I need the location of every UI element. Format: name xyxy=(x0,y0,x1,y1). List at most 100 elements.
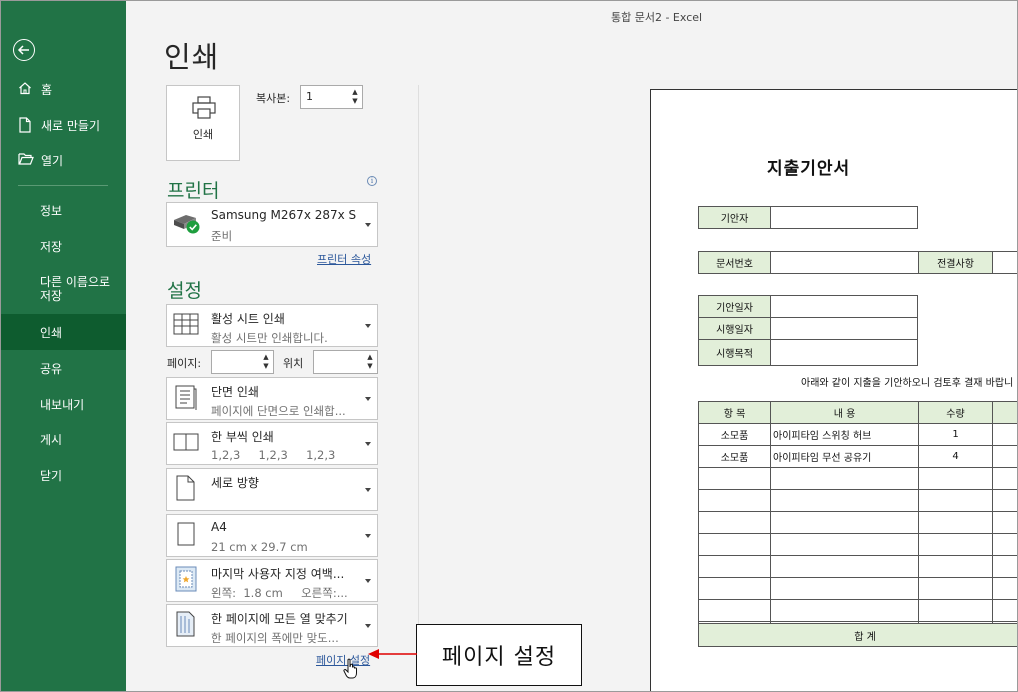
sidebar-item-label: 열기 xyxy=(41,153,64,168)
label-drafter: 기안자 xyxy=(698,206,771,229)
table-cell xyxy=(770,533,919,556)
setting-title: 마지막 사용자 지정 여백... xyxy=(211,567,345,581)
printer-ready-icon xyxy=(172,211,202,239)
table-cell xyxy=(698,489,771,512)
label-draft-date: 기안일자 xyxy=(698,295,771,318)
one-sided-icon xyxy=(172,384,200,414)
sidebar-item-label: 내보내기 xyxy=(40,397,85,412)
sidebar-divider xyxy=(18,185,108,186)
sidebar-item-save-as[interactable]: 다른 이름으로 저장 xyxy=(1,267,126,311)
table-cell xyxy=(918,467,993,490)
collate-icon xyxy=(172,432,200,456)
table-cell xyxy=(992,445,1017,468)
sidebar-item-publish[interactable]: 게시 xyxy=(1,421,126,457)
print-button[interactable]: 인쇄 xyxy=(166,85,240,161)
sidebar-item-open[interactable]: 열기 xyxy=(1,142,126,178)
setting-title: 한 부씩 인쇄 xyxy=(211,430,274,444)
setting-subtitle: 1,2,3 1,2,3 1,2,3 xyxy=(211,448,336,462)
page-title: 인쇄 xyxy=(164,40,220,74)
sides-select[interactable]: 단면 인쇄 페이지에 단면으로 인쇄합... xyxy=(166,377,378,420)
spin-down-icon[interactable]: ▼ xyxy=(365,362,375,371)
table-cell xyxy=(992,423,1017,446)
printer-section-title: 프린터 xyxy=(167,180,220,202)
collation-select[interactable]: 한 부씩 인쇄 1,2,3 1,2,3 1,2,3 xyxy=(166,422,378,465)
fit-columns-icon xyxy=(172,610,200,642)
setting-title: 활성 시트 인쇄 xyxy=(211,312,285,326)
printer-properties-link[interactable]: 프린터 속성 xyxy=(317,251,371,267)
home-icon xyxy=(18,81,34,97)
setting-title: 세로 방향 xyxy=(211,476,259,490)
value-approval xyxy=(992,251,1017,274)
printer-select[interactable]: Samsung M267x 287x Se... 준비 xyxy=(166,202,378,247)
table-cell xyxy=(770,489,919,512)
info-icon[interactable]: i xyxy=(367,176,377,186)
setting-subtitle: 왼쪽: 1.8 cm 오른쪽:... xyxy=(211,586,348,600)
chevron-down-icon xyxy=(365,487,371,492)
sidebar-item-label: 새로 만들기 xyxy=(41,118,101,133)
margins-select[interactable]: 마지막 사용자 지정 여백... 왼쪽: 1.8 cm 오른쪽:... xyxy=(166,559,378,602)
doc-title: 지출기안서 xyxy=(767,159,851,179)
table-cell xyxy=(770,577,919,600)
window-title: 통합 문서2 - Excel xyxy=(611,11,703,24)
paper-size-select[interactable]: A4 21 cm x 29.7 cm xyxy=(166,514,378,557)
table-cell xyxy=(992,599,1017,622)
spin-up-icon[interactable]: ▲ xyxy=(350,88,360,97)
sheet-grid-icon xyxy=(172,312,200,340)
setting-title: 한 페이지에 모든 열 맞추기 xyxy=(211,612,348,626)
new-document-icon xyxy=(18,117,34,133)
sidebar-item-label: 닫기 xyxy=(40,468,63,483)
value-draft-date xyxy=(770,295,918,318)
table-cell xyxy=(992,577,1017,600)
table-cell xyxy=(992,489,1017,512)
table-cell: 4 xyxy=(918,445,993,468)
spin-up-icon[interactable]: ▲ xyxy=(365,353,375,362)
portrait-icon xyxy=(172,474,200,506)
margins-icon xyxy=(172,565,200,597)
chevron-down-icon xyxy=(365,222,371,227)
backstage-sidebar: 홈 새로 만들기 열기 정보 저장 다른 이름으로 저장 인쇄 공유 내보내기 … xyxy=(1,1,126,691)
table-cell xyxy=(698,599,771,622)
annotation-callout: 페이지 설정 xyxy=(416,624,582,686)
sidebar-item-label: 저장 xyxy=(40,239,63,254)
paper-size-icon xyxy=(172,521,200,551)
sidebar-item-new[interactable]: 새로 만들기 xyxy=(1,107,126,143)
copies-stepper[interactable]: 1 ▲ ▼ xyxy=(300,85,363,109)
label-exec-date: 시행일자 xyxy=(698,317,771,340)
table-header: 내 용 xyxy=(770,401,919,424)
sidebar-item-print[interactable]: 인쇄 xyxy=(1,314,126,350)
back-arrow-icon[interactable] xyxy=(13,39,35,61)
label-purpose: 시행목적 xyxy=(698,339,771,366)
value-doc-no xyxy=(770,251,919,274)
spin-down-icon[interactable]: ▼ xyxy=(350,97,360,106)
value-purpose xyxy=(770,339,918,366)
folder-open-icon xyxy=(18,152,34,168)
table-cell xyxy=(698,555,771,578)
chevron-down-icon xyxy=(365,441,371,446)
sidebar-item-label: 게시 xyxy=(40,432,63,447)
table-cell xyxy=(992,511,1017,534)
orientation-select[interactable]: 세로 방향 xyxy=(166,468,378,511)
table-cell xyxy=(918,555,993,578)
setting-subtitle: 페이지에 단면으로 인쇄합... xyxy=(211,404,346,418)
printer-name: Samsung M267x 287x Se... xyxy=(211,208,356,222)
pages-from-input[interactable]: ▲ ▼ xyxy=(211,350,274,374)
spin-down-icon[interactable]: ▼ xyxy=(261,362,271,371)
sidebar-item-share[interactable]: 공유 xyxy=(1,350,126,386)
table-cell xyxy=(918,577,993,600)
setting-title: 단면 인쇄 xyxy=(211,385,259,399)
table-cell: 1 xyxy=(918,423,993,446)
sidebar-item-close[interactable]: 닫기 xyxy=(1,457,126,493)
chevron-down-icon xyxy=(365,578,371,583)
table-header: 항 목 xyxy=(698,401,771,424)
sidebar-item-save[interactable]: 저장 xyxy=(1,228,126,264)
sidebar-item-export[interactable]: 내보내기 xyxy=(1,386,126,422)
scaling-select[interactable]: 한 페이지에 모든 열 맞추기 한 페이지의 폭에만 맞도... xyxy=(166,604,378,647)
spin-up-icon[interactable]: ▲ xyxy=(261,353,271,362)
value-exec-date xyxy=(770,317,918,340)
sidebar-item-home[interactable]: 홈 xyxy=(1,71,126,107)
pages-to-input[interactable]: ▲ ▼ xyxy=(313,350,378,374)
printer-status: 준비 xyxy=(211,229,233,243)
label-approval: 전결사항 xyxy=(918,251,993,274)
print-what-select[interactable]: 활성 시트 인쇄 활성 시트만 인쇄합니다. xyxy=(166,304,378,347)
sidebar-item-info[interactable]: 정보 xyxy=(1,192,126,228)
